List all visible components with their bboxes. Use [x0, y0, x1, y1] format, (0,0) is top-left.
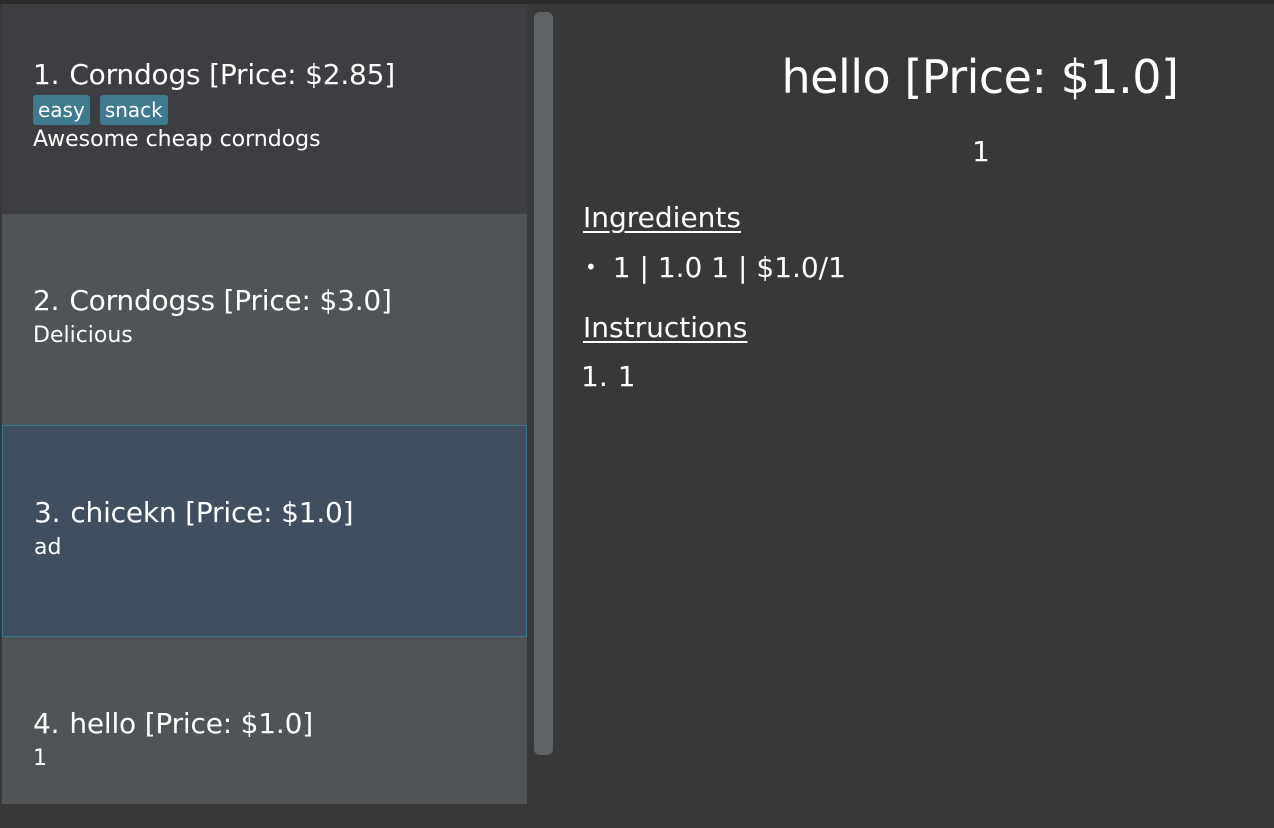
recipe-name: hello [Price: $1.0] [69, 707, 313, 740]
instruction-text: 1 [617, 360, 636, 393]
recipe-card[interactable]: 2. Corndogss [Price: $3.0] Delicious [2, 214, 527, 425]
list-scrollbar-thumb[interactable] [534, 12, 553, 755]
recipe-name: Corndogss [Price: $3.0] [69, 284, 392, 317]
recipe-app: 1. Corndogs [Price: $2.85] easy snack Awes… [0, 0, 1274, 828]
recipe-index: 2. [33, 284, 60, 317]
bullet-icon: • [585, 255, 597, 279]
recipe-list[interactable]: 1. Corndogs [Price: $2.85] easy snack Awes… [0, 4, 528, 804]
bottom-strip [0, 804, 1274, 828]
detail-title: hello [Price: $1.0] [781, 50, 1179, 104]
recipe-card-selected[interactable]: 3. chicekn [Price: $1.0] ad [2, 425, 527, 637]
recipe-card-title: 1. Corndogs [Price: $2.85] [33, 58, 527, 92]
recipe-card[interactable]: 4. hello [Price: $1.0] 1 [2, 637, 527, 804]
instruction-number: 1. [581, 360, 608, 393]
instructions-heading: Instructions [583, 311, 748, 344]
detail-description: 1 [972, 135, 990, 168]
recipe-name: Corndogs [Price: $2.85] [69, 58, 395, 91]
tag-badge: snack [99, 95, 168, 125]
recipe-card-title: 3. chicekn [Price: $1.0] [34, 496, 526, 530]
recipe-name: chicekn [Price: $1.0] [70, 496, 354, 529]
ingredient-item: • 1 | 1.0 1 | $1.0/1 [585, 250, 846, 285]
tag-badge: easy [33, 95, 90, 125]
recipe-card-title: 2. Corndogss [Price: $3.0] [33, 284, 527, 318]
ingredient-text: 1 | 1.0 1 | $1.0/1 [612, 251, 846, 284]
recipe-index: 3. [34, 496, 61, 529]
recipe-description: ad [34, 535, 62, 560]
recipe-description: Delicious [33, 323, 133, 348]
recipe-tags: easy snack [33, 95, 527, 125]
recipe-card[interactable]: 1. Corndogs [Price: $2.85] easy snack Awes… [2, 4, 527, 214]
recipe-card-title: 4. hello [Price: $1.0] [33, 707, 527, 741]
recipe-description: Awesome cheap corndogs [33, 127, 321, 152]
recipe-description: 1 [33, 746, 47, 771]
recipe-index: 1. [33, 58, 60, 91]
recipe-index: 4. [33, 707, 60, 740]
recipe-detail-panel: hello [Price: $1.0] 1 Ingredients • 1 | 1… [556, 4, 1274, 804]
instruction-item: 1. 1 [581, 360, 636, 394]
ingredients-heading: Ingredients [583, 201, 741, 234]
